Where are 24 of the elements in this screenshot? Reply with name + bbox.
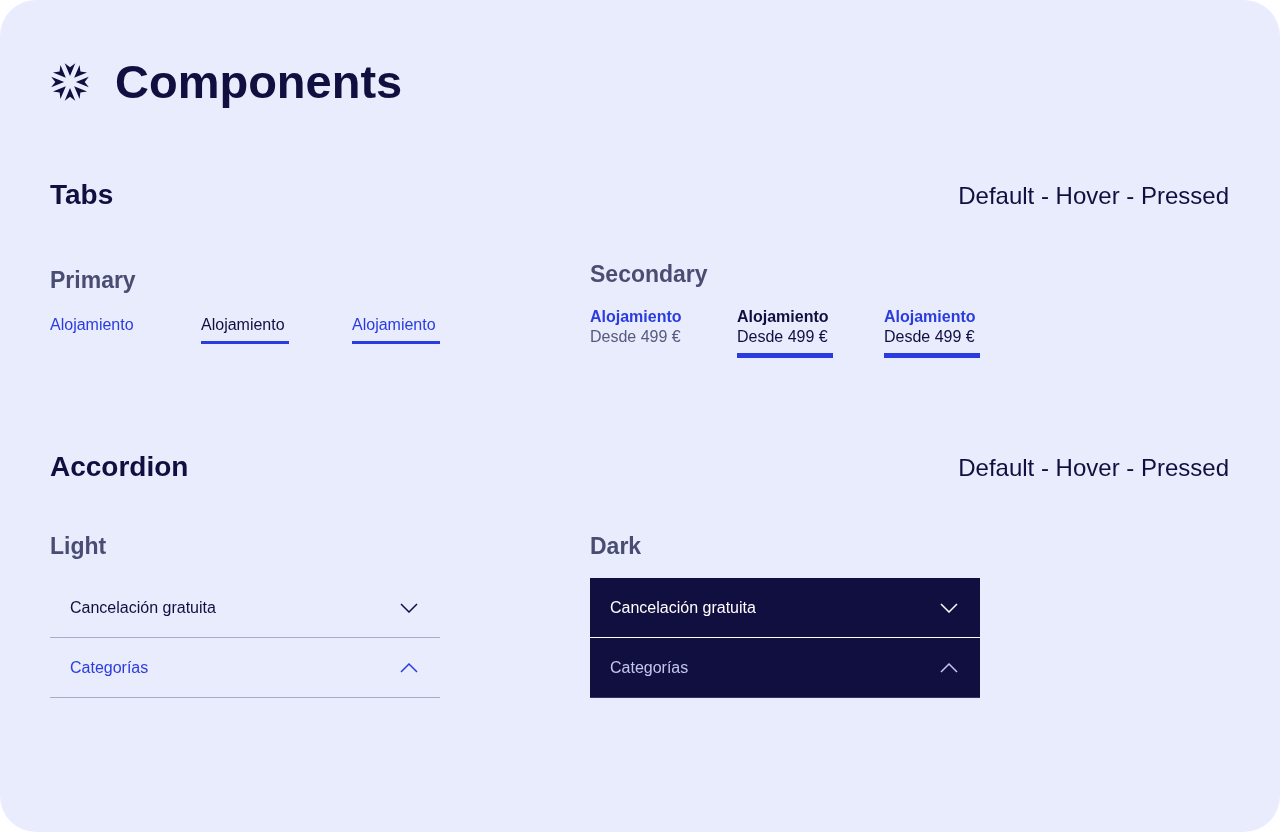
- section-title: Accordion: [50, 450, 189, 484]
- tab[interactable]: Alojamiento Desde 499 €: [884, 307, 980, 358]
- accordion-header[interactable]: Cancelación gratuita: [590, 578, 980, 638]
- tab[interactable]: Alojamiento Desde 499 €: [590, 307, 686, 358]
- group-title: Secondary: [590, 260, 708, 288]
- tab[interactable]: Alojamiento Desde 499 €: [737, 307, 833, 358]
- page-title: Components: [115, 58, 403, 106]
- accordion-header[interactable]: Categorías: [590, 638, 980, 698]
- tab[interactable]: Alojamiento: [201, 315, 289, 344]
- starburst-icon: [50, 62, 90, 102]
- tab[interactable]: Alojamiento: [352, 315, 440, 344]
- accordion-header[interactable]: Cancelación gratuita: [50, 578, 440, 638]
- chevron-up-icon: [400, 662, 418, 673]
- section-title: Tabs: [50, 178, 114, 212]
- group-title: Dark: [590, 532, 642, 560]
- group-title: Primary: [50, 266, 136, 294]
- state-caption: Default - Hover - Pressed: [958, 181, 1229, 211]
- accordion-header[interactable]: Categorías: [50, 638, 440, 698]
- group-title: Light: [50, 532, 107, 560]
- chevron-down-icon: [940, 602, 958, 613]
- chevron-up-icon: [940, 662, 958, 673]
- state-caption: Default - Hover - Pressed: [958, 453, 1229, 483]
- chevron-down-icon: [400, 602, 418, 613]
- tab[interactable]: Alojamiento: [50, 315, 138, 344]
